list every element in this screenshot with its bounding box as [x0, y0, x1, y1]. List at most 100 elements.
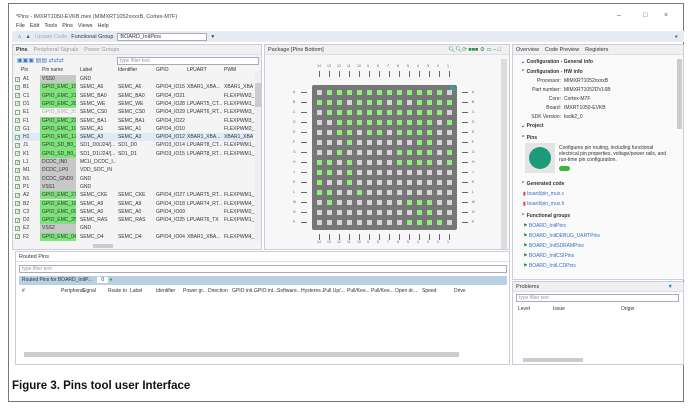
routed-column-header[interactable]: Hysteres... — [301, 288, 325, 294]
column-header[interactable]: Pin — [21, 67, 28, 73]
hw-info-section[interactable]: ⌃ Configuration - HW info — [521, 69, 583, 75]
row-checkbox[interactable]: ✓ — [15, 217, 20, 223]
generated-code-section[interactable]: ⌃ Generated code — [521, 181, 564, 187]
table-row[interactable]: ✓ F2 GPIO_EMC_04 SEMC_D4 SEMC_D4 GPIO4_IO04 XB… — [13, 232, 254, 241]
package-pin[interactable] — [407, 170, 412, 175]
package-pin[interactable] — [317, 160, 322, 165]
package-pin[interactable] — [437, 200, 442, 205]
package-pin[interactable] — [327, 140, 332, 145]
package-pin[interactable] — [427, 170, 432, 175]
package-pin[interactable] — [417, 200, 422, 205]
package-pin[interactable] — [417, 120, 422, 125]
package-pin[interactable] — [357, 160, 362, 165]
row-checkbox[interactable]: ✓ — [15, 93, 20, 99]
routed-column-header[interactable]: Drive — [454, 288, 466, 294]
package-pin[interactable] — [437, 190, 442, 195]
package-pin[interactable] — [427, 160, 432, 165]
package-pin[interactable] — [407, 140, 412, 145]
table-row[interactable]: ✓ D1 GPIO_EMC_28 SEMC_WE SEMC_WE GPIO4_IO28 LP… — [13, 99, 254, 109]
package-pin[interactable] — [387, 180, 392, 185]
package-pin[interactable] — [397, 170, 402, 175]
package-pin[interactable] — [407, 190, 412, 195]
package-pin[interactable] — [357, 100, 362, 105]
package-pin[interactable] — [377, 220, 382, 225]
package-pin[interactable] — [387, 150, 392, 155]
tab-pins[interactable]: Pins — [16, 47, 28, 53]
pins-filter-input[interactable]: type filter text — [117, 57, 259, 65]
table-row[interactable]: ✓ B2 GPIO_EMC_18 SEMC_A9 SEMC_A9 GPIO4_IO18 LP… — [13, 199, 254, 208]
package-pin[interactable] — [317, 110, 322, 115]
package-pin[interactable] — [367, 130, 372, 135]
table-row[interactable]: ✓ C2 GPIO_EMC_09 SEMC_A0 SEMC_A0 GPIO4_IO09 FL… — [13, 207, 254, 217]
tab-power-groups[interactable]: Power Groups — [84, 47, 119, 53]
package-pin[interactable] — [417, 110, 422, 115]
package-pin[interactable] — [447, 130, 452, 135]
package-pin[interactable] — [377, 120, 382, 125]
menu-edit[interactable]: Edit — [30, 23, 39, 29]
pins-vscrollbar[interactable] — [255, 71, 261, 241]
package-pin[interactable] — [427, 130, 432, 135]
package-pin[interactable] — [317, 180, 322, 185]
general-info-section[interactable]: ⌄ Configuration - General info — [521, 59, 593, 65]
tab-package[interactable]: Package [Pins Bottom] — [268, 47, 324, 53]
package-pin[interactable] — [447, 180, 452, 185]
table-row[interactable]: ✓ H1 GPIO_EMC_12 SEMC_A3 SEMC_A3 GPIO4_IO12 XB… — [13, 133, 253, 142]
package-pin[interactable] — [417, 140, 422, 145]
table-row[interactable]: ✓ L1 DCDC_IN0 MCU_DCDC_I... — [13, 158, 253, 167]
row-checkbox[interactable]: ✓ — [15, 201, 20, 206]
package-pin[interactable] — [327, 130, 332, 135]
column-header[interactable]: GPIO — [156, 67, 169, 73]
add-row-icon[interactable]: ● — [110, 277, 113, 283]
package-pin[interactable] — [427, 220, 432, 225]
package-pin[interactable] — [337, 180, 342, 185]
column-header[interactable]: Label — [80, 67, 92, 73]
package-pin[interactable] — [397, 90, 402, 95]
package-pin[interactable] — [447, 190, 452, 195]
row-checkbox[interactable]: ✓ — [15, 176, 20, 182]
package-pin[interactable] — [377, 140, 382, 145]
tab-problems[interactable]: Problems — [516, 284, 539, 290]
package-pin[interactable] — [397, 130, 402, 135]
functional-group-item[interactable]: ⚑ BOARD_InitDEBUG_UARTPins — [523, 233, 600, 239]
package-pin[interactable] — [327, 150, 332, 155]
package-pin[interactable] — [327, 170, 332, 175]
package-pin[interactable] — [387, 120, 392, 125]
routed-column-header[interactable]: Open dr... — [395, 288, 417, 294]
overview-vscrollbar[interactable] — [677, 59, 682, 129]
package-pin[interactable] — [407, 180, 412, 185]
package-pin[interactable] — [407, 220, 412, 225]
routed-column-header[interactable]: Route to — [108, 288, 127, 294]
package-pin[interactable] — [357, 90, 362, 95]
row-checkbox[interactable]: ✓ — [15, 225, 20, 231]
package-pin[interactable] — [357, 210, 362, 215]
package-pin[interactable] — [367, 150, 372, 155]
filter-icon[interactable]: ▼ — [668, 284, 673, 290]
package-pin[interactable] — [357, 130, 362, 135]
pins-view-buttons[interactable]: ▣▣▣ ▤▤ ⇄⇄⇄ — [17, 57, 64, 64]
chevron-down-icon[interactable]: ▾ — [211, 34, 214, 40]
package-pin[interactable] — [407, 110, 412, 115]
package-pin[interactable] — [327, 190, 332, 195]
package-pin[interactable] — [327, 90, 332, 95]
package-pin[interactable] — [437, 110, 442, 115]
package-pin[interactable] — [377, 160, 382, 165]
col-level[interactable]: Level — [518, 306, 530, 312]
package-pin[interactable] — [427, 150, 432, 155]
package-pin[interactable] — [347, 90, 352, 95]
package-pin[interactable] — [377, 110, 382, 115]
package-pin[interactable] — [367, 100, 372, 105]
package-pin[interactable] — [347, 100, 352, 105]
package-pin[interactable] — [317, 220, 322, 225]
package-pin[interactable] — [437, 220, 442, 225]
routed-column-header[interactable]: Label — [130, 288, 142, 294]
warning-icon[interactable]: ▲ — [25, 34, 30, 40]
row-checkbox[interactable]: ✓ — [15, 76, 20, 82]
package-pin[interactable] — [347, 170, 352, 175]
package-pin[interactable] — [337, 130, 342, 135]
maximize-button[interactable]: □ — [643, 12, 647, 19]
menu-pins[interactable]: Pins — [62, 23, 73, 29]
row-checkbox[interactable]: ✓ — [15, 118, 20, 123]
routed-column-header[interactable]: Signal — [82, 288, 96, 294]
row-checkbox[interactable] — [15, 109, 20, 115]
package-pin[interactable] — [447, 170, 452, 175]
